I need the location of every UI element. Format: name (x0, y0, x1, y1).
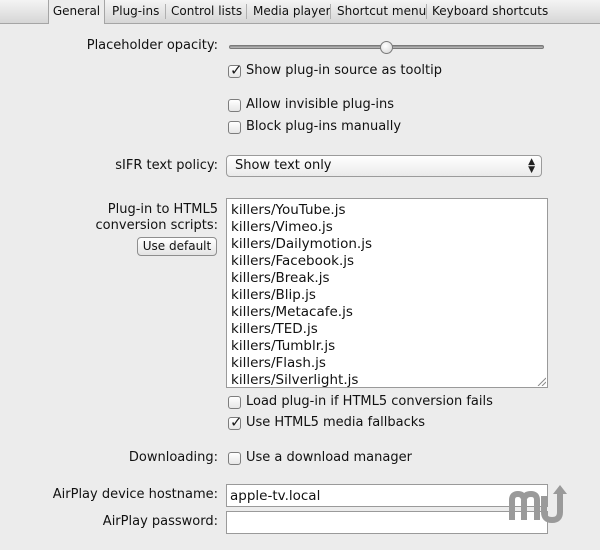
updown-arrows-icon: ▲ ▼ (528, 157, 535, 175)
airplay-password-input[interactable] (230, 514, 540, 531)
allow-invisible-checkbox[interactable]: ✓ (228, 99, 241, 112)
load-plugin-on-fail-checkbox[interactable]: ✓ (228, 396, 241, 409)
script-line: killers/Break.js (231, 270, 330, 286)
tab-plug-ins[interactable]: Plug-ins (112, 0, 159, 23)
mu-logo-icon (509, 485, 567, 524)
sifr-policy-value: Show text only (235, 158, 332, 173)
tab-shortcut-menu[interactable]: Shortcut menu (337, 0, 426, 23)
tab-label: Media player (253, 4, 331, 18)
script-line: killers/Dailymotion.js (231, 236, 373, 252)
script-line: killers/Metacafe.js (231, 304, 353, 320)
script-line: killers/Blip.js (231, 287, 316, 303)
html5-fallbacks-label: Use HTML5 media fallbacks (246, 415, 426, 430)
download-manager-label: Use a download manager (246, 450, 412, 465)
allow-invisible-label: Allow invisible plug-ins (246, 97, 395, 112)
airplay-password-field[interactable] (226, 511, 548, 534)
tab-label: General (52, 4, 101, 18)
tab-label: Plug-ins (112, 4, 160, 18)
placeholder-opacity-label: Placeholder opacity: (86, 38, 218, 53)
block-manually-label: Block plug-ins manually (246, 119, 402, 134)
tab-label: Control lists (171, 4, 243, 18)
sifr-policy-select[interactable]: Show text only ▲ ▼ (226, 155, 542, 177)
show-source-tooltip-checkbox[interactable]: ✓ (228, 61, 243, 79)
script-line: killers/TED.js (231, 321, 318, 337)
tab-label: Keyboard shortcuts (432, 4, 549, 18)
tab-media-player[interactable]: Media player (253, 0, 331, 23)
script-line: killers/Tumblr.js (231, 338, 336, 354)
tab-control-lists[interactable]: Control lists (171, 0, 242, 23)
html5-fallbacks-checkbox[interactable]: ✓ (228, 413, 243, 431)
conversion-scripts-textarea[interactable]: killers/YouTube.js killers/Vimeo.js killer… (226, 198, 548, 388)
script-line: killers/Silverlight.js (231, 372, 359, 388)
script-line: killers/Vimeo.js (231, 219, 333, 235)
download-manager-checkbox[interactable]: ✓ (228, 452, 241, 465)
use-default-button[interactable]: Use default (137, 237, 217, 256)
resize-grip-icon[interactable] (536, 376, 546, 386)
conversion-scripts-label-line2: conversion scripts: (95, 218, 218, 233)
airplay-hostname-field[interactable] (226, 484, 548, 507)
tab-separator (426, 4, 427, 19)
airplay-hostname-label: AirPlay device hostname: (52, 487, 218, 502)
slider-knob[interactable] (380, 41, 393, 54)
checkmark-icon: ✓ (230, 413, 243, 431)
tab-label: Shortcut menu (337, 4, 427, 18)
show-source-tooltip-label: Show plug-in source as tooltip (246, 63, 442, 78)
block-manually-checkbox[interactable]: ✓ (228, 121, 241, 134)
tab-general[interactable]: General (48, 0, 105, 24)
checkmark-icon: ✓ (230, 61, 243, 79)
script-line: killers/Flash.js (231, 355, 326, 371)
load-plugin-on-fail-label: Load plug-in if HTML5 conversion fails (246, 394, 493, 409)
script-line: killers/Facebook.js (231, 253, 355, 269)
tab-separator (246, 4, 247, 19)
tab-keyboard-shortcuts[interactable]: Keyboard shortcuts (432, 0, 548, 23)
airplay-hostname-input[interactable] (230, 487, 540, 504)
conversion-scripts-label-line1: Plug-in to HTML5 (107, 202, 218, 217)
downloading-label: Downloading: (128, 450, 218, 465)
tab-bar: General Plug-ins Control lists Media pla… (0, 0, 600, 24)
tab-separator (165, 4, 166, 19)
script-line: killers/YouTube.js (231, 202, 346, 218)
tab-separator (330, 4, 331, 19)
airplay-password-label: AirPlay password: (102, 514, 218, 529)
sifr-policy-label: sIFR text policy: (115, 158, 218, 173)
